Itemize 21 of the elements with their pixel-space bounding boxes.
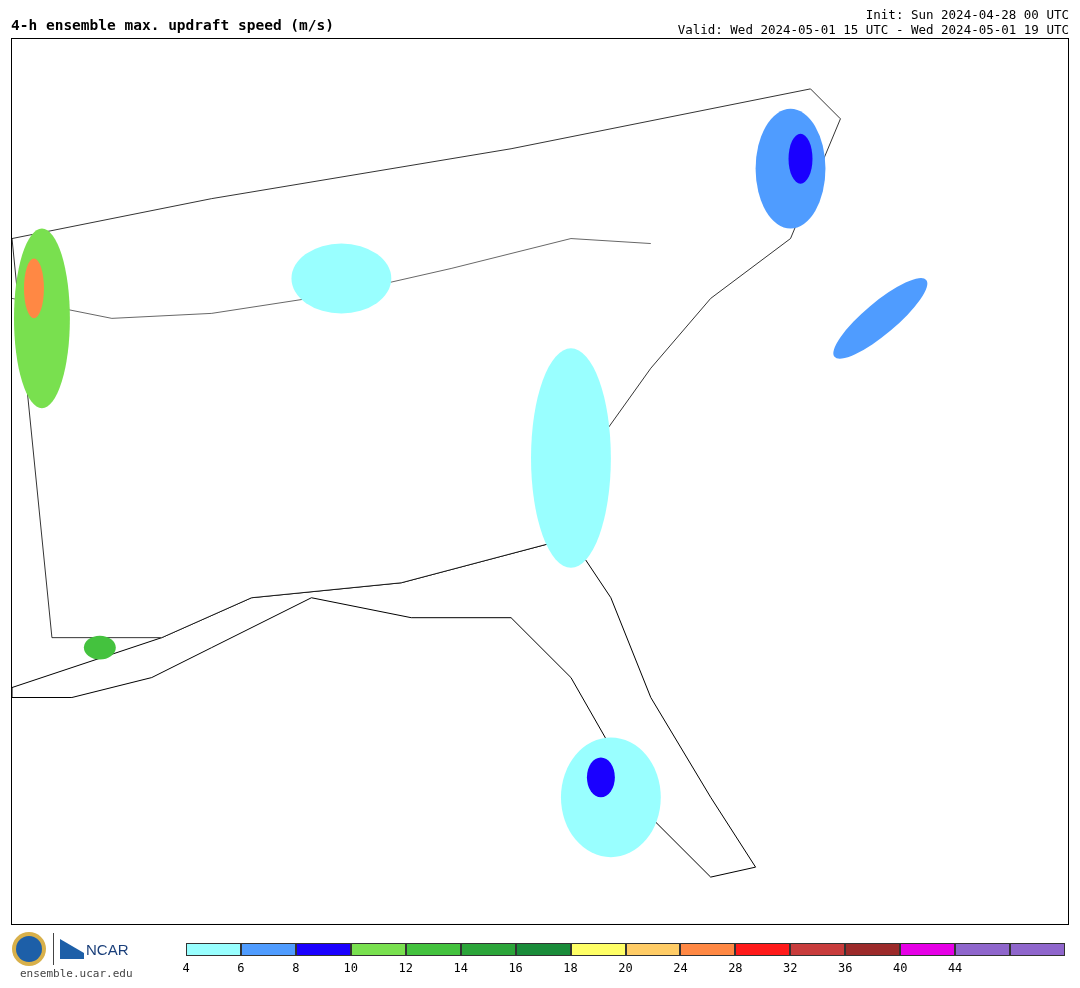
logo-text: NCAR (86, 940, 129, 958)
legend-label: 40 (892, 961, 908, 975)
legend-label: 14 (453, 961, 468, 975)
legend-label: 24 (673, 961, 688, 975)
legend-label: 36 (838, 961, 853, 975)
legend-label: 12 (398, 961, 413, 975)
legend-label: 18 (563, 961, 578, 975)
legend-label: 16 (508, 961, 523, 975)
legend-label: 32 (783, 961, 798, 975)
legend-label: 44 (947, 961, 963, 975)
chart-title: 4-h ensemble max. updraft speed (m/s) (11, 17, 334, 35)
logo-mark-icon (60, 939, 84, 959)
legend-label: 20 (618, 961, 633, 975)
legend-label: 28 (728, 961, 743, 975)
legend-label: 6 (237, 961, 245, 975)
legend-label: 8 (292, 961, 300, 975)
init-time: Init: Sun 2024-04-28 00 UTC (865, 7, 1069, 22)
valid-time: Valid: Wed 2024-05-01 15 UTC - Wed 2024-05-01 19 UTC (677, 22, 1069, 37)
legend-label: 10 (343, 961, 359, 975)
globe-logo-icon (11, 931, 47, 967)
legend-label: 4 (182, 961, 190, 975)
